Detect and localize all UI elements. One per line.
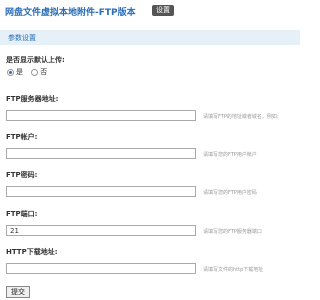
section-title: 参数设置 [8, 34, 36, 42]
section-header: 参数设置 [0, 30, 300, 45]
settings-button[interactable]: 设置 [152, 5, 174, 16]
radio-yes[interactable] [7, 68, 14, 76]
ftp-server-input[interactable] [6, 110, 196, 121]
default-upload-radio-group: 是 否 [7, 67, 53, 77]
ftp-port-input[interactable] [6, 225, 196, 236]
radio-yes-label: 是 [16, 68, 23, 76]
ftp-account-hint: 请填写您的FTP用户帐户 [203, 152, 257, 158]
ftp-port-hint: 请填写您的FTP服务器端口 [203, 229, 262, 235]
ftp-settings-page: 网盘文件虚拟本地附件-FTP版本 设置 参数设置 是否显示默认上传: 是 否 F… [0, 0, 300, 300]
default-upload-label: 是否显示默认上传: [6, 56, 65, 64]
ftp-account-label: FTP帐户: [6, 133, 38, 141]
http-download-input[interactable] [6, 263, 196, 274]
ftp-server-hint: 请填写FTP的地址或者域名，例如: [203, 114, 279, 120]
ftp-server-label: FTP服务器地址: [6, 95, 59, 103]
page-header: 网盘文件虚拟本地附件-FTP版本 设置 [0, 0, 300, 24]
page-title: 网盘文件虚拟本地附件-FTP版本 [5, 8, 136, 18]
ftp-password-input[interactable] [6, 186, 196, 197]
ftp-password-label: FTP密码: [6, 171, 38, 179]
ftp-port-label: FTP端口: [6, 210, 38, 218]
http-download-hint: 请填写文件的http下载地址 [203, 267, 264, 273]
submit-button[interactable]: 提交 [6, 286, 30, 298]
radio-no[interactable] [31, 68, 39, 76]
http-download-label: HTTP下载地址: [6, 248, 58, 256]
ftp-password-hint: 请填写您的FTP用户密码 [203, 190, 257, 196]
ftp-account-input[interactable] [6, 148, 196, 159]
radio-no-label: 否 [40, 68, 48, 76]
